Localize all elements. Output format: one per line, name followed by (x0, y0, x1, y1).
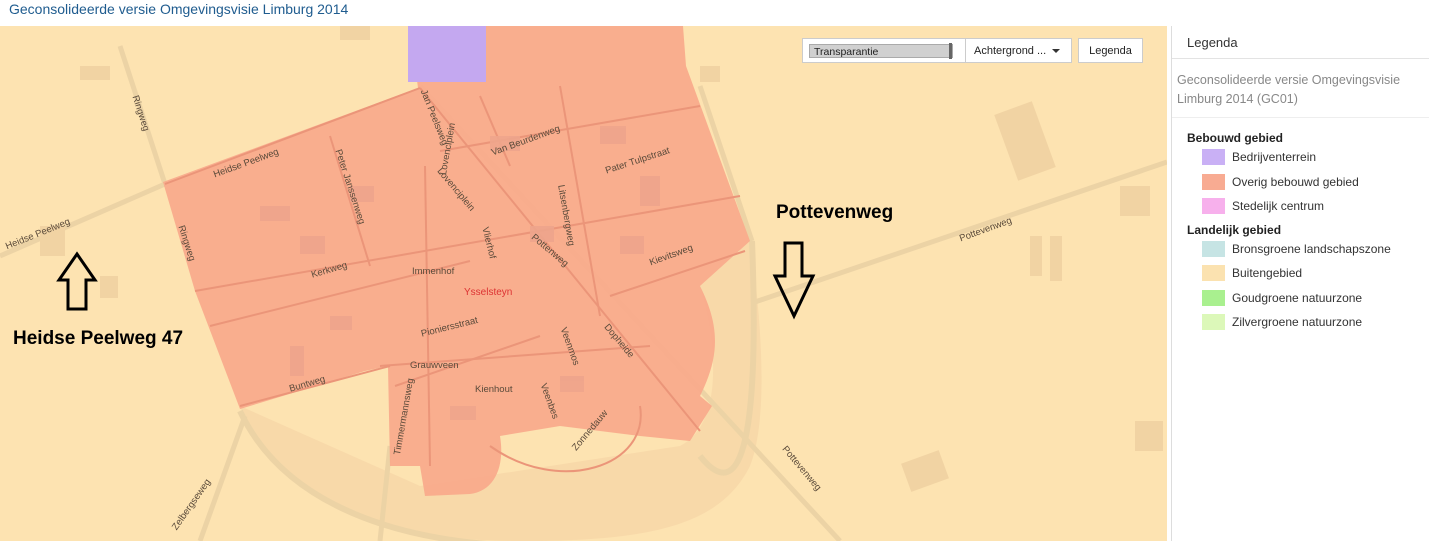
street-label: Kienhout (475, 384, 513, 395)
background-dropdown[interactable]: Achtergrond ... (966, 38, 1072, 63)
legend-title: Legenda (1172, 26, 1429, 59)
annotation-heidse-peelweg: Heidse Peelweg 47 (13, 328, 184, 349)
legend-item: Bedrijventerrein (1172, 145, 1429, 170)
caret-down-icon (1052, 48, 1061, 53)
legend-panel: Legenda Geconsolideerde versie Omgevings… (1171, 26, 1429, 541)
legend-item-label: Bedrijventerrein (1232, 150, 1317, 165)
page-title: Geconsolideerde versie Omgevingsvisie Li… (9, 1, 349, 17)
legend-button[interactable]: Legenda (1078, 38, 1143, 63)
legend-subtitle: Geconsolideerde versie Omgevingsvisie Li… (1172, 59, 1429, 118)
legend-swatch (1202, 198, 1225, 215)
legend-item-label: Buitengebied (1232, 266, 1303, 281)
legend-swatch (1202, 173, 1225, 190)
legend-swatch (1202, 149, 1225, 166)
legend-item: Zilvergroene natuurzone (1172, 310, 1429, 335)
arrow-up-icon (56, 251, 98, 311)
legend-group-title: Landelijk gebied (1187, 222, 1282, 237)
map-canvas[interactable] (0, 26, 1167, 541)
industrial-area (408, 26, 486, 82)
title-bar: Geconsolideerde versie Omgevingsvisie Li… (0, 0, 1429, 26)
legend-item-label: Stedelijk centrum (1232, 199, 1325, 214)
legend-item-label: Zilvergroene natuurzone (1232, 315, 1363, 330)
map-controls: Transparantie Achtergrond ... Legenda (802, 38, 1143, 65)
legend-item-label: Overig bebouwd gebied (1232, 174, 1359, 189)
legend-item: Overig bebouwd gebied (1172, 170, 1429, 195)
legend-item-label: Goudgroene natuurzone (1232, 290, 1363, 305)
legend-item: Goudgroene natuurzone (1172, 286, 1429, 311)
legend-swatch (1202, 314, 1225, 331)
place-name: Ysselsteyn (464, 287, 513, 298)
background-label: Achtergrond ... (974, 44, 1047, 57)
transparency-slider[interactable]: Transparantie (809, 42, 953, 59)
annotation-pottevenweg: Pottevenweg (776, 202, 894, 223)
transparency-control: Transparantie (802, 38, 966, 63)
legend-group-title: Bebouwd gebied (1187, 131, 1283, 145)
street-label: Immenhof (412, 266, 455, 277)
legend-item: Bronsgroene landschapszone (1172, 237, 1429, 262)
legend-item: Stedelijk centrum (1172, 194, 1429, 219)
slider-handle[interactable] (949, 42, 952, 59)
legend-groups: Bebouwd gebied Bedrijventerrein Overig beb… (1172, 131, 1429, 335)
transparency-label: Transparantie (814, 45, 879, 58)
legend-item: Buitengebied (1172, 261, 1429, 286)
legend-swatch (1202, 265, 1225, 282)
legend-swatch (1202, 240, 1225, 257)
legend-item-label: Bronsgroene landschapszone (1232, 241, 1391, 256)
map-view[interactable]: Pottevenweg Heidse Peelweg 47 Ysselsteyn… (0, 26, 1167, 541)
street-label: Grauwveen (410, 360, 459, 371)
arrow-down-icon (772, 241, 816, 320)
legend-swatch (1202, 289, 1225, 306)
